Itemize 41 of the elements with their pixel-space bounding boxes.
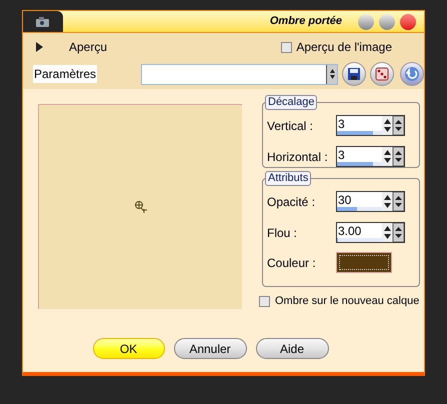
dialog-button[interactable]: Aide bbox=[256, 338, 328, 359]
group-title: Attributs bbox=[265, 171, 312, 186]
field-label: Opacité : bbox=[267, 194, 316, 210]
ok-button[interactable]: OK bbox=[92, 338, 164, 359]
checkbox-label: Ombre sur le nouveau calque bbox=[275, 294, 420, 309]
spinner-icon[interactable] bbox=[382, 116, 404, 135]
reset-icon[interactable] bbox=[400, 62, 424, 86]
minimize-button[interactable] bbox=[358, 14, 374, 30]
close-button[interactable] bbox=[400, 14, 416, 30]
spinner-icon[interactable] bbox=[382, 192, 404, 211]
presets-label: Paramètres bbox=[33, 65, 98, 83]
dialog-button[interactable]: Annuler bbox=[174, 338, 246, 359]
spinner-icon[interactable] bbox=[382, 147, 404, 166]
field-value: 30 bbox=[337, 192, 352, 208]
expand-arrow-icon[interactable] bbox=[36, 42, 44, 52]
window-title: Ombre portée bbox=[270, 14, 342, 30]
group-title: Décalage bbox=[265, 95, 318, 110]
spin-field[interactable]: 3 bbox=[336, 146, 405, 167]
maximize-button[interactable] bbox=[379, 14, 395, 30]
field-label: Flou : bbox=[267, 224, 298, 242]
field-value: 3.00 bbox=[337, 223, 362, 239]
camera-icon bbox=[35, 16, 51, 28]
field-label: Horizontal : bbox=[267, 148, 329, 166]
spinner-icon[interactable] bbox=[382, 223, 404, 242]
spin-field[interactable]: 3.00 bbox=[336, 222, 405, 243]
spin-field[interactable]: 30 bbox=[336, 191, 405, 212]
preview-label: Aperçu bbox=[69, 39, 108, 56]
spinner-icon bbox=[326, 64, 338, 84]
color-swatch[interactable] bbox=[336, 252, 392, 273]
field-label: Vertical : bbox=[267, 118, 314, 134]
spin-field[interactable]: 3 bbox=[336, 115, 405, 136]
field-value: 3 bbox=[337, 116, 346, 132]
checkbox[interactable] bbox=[281, 42, 292, 52]
field-value: 3 bbox=[337, 147, 346, 163]
dice-icon[interactable] bbox=[370, 62, 394, 86]
field-label: Couleur : bbox=[267, 254, 317, 272]
checkbox-label: Aperçu de l'image bbox=[296, 39, 392, 56]
crosshair-icon bbox=[134, 200, 148, 214]
save-icon[interactable] bbox=[342, 62, 366, 86]
app-tab[interactable] bbox=[23, 11, 63, 32]
checkbox[interactable] bbox=[259, 296, 270, 307]
